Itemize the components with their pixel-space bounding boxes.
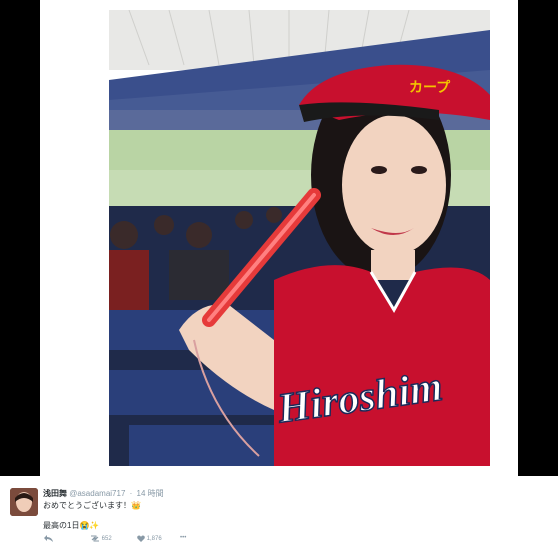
crying-sparkles-emoji: 😭✨ (79, 521, 100, 530)
media-frame: カープ Hiroshim (40, 0, 518, 476)
tweet-text-line-2: 最高の1日😭✨ (43, 520, 99, 531)
like-button[interactable]: 1,876 (137, 535, 162, 542)
reply-button[interactable] (44, 535, 53, 542)
tweet-text-line-1: おめでとうございます！👑 (43, 500, 141, 511)
retweet-count: 652 (101, 536, 112, 543)
crown-emoji: 👑 (131, 501, 141, 510)
avatar-image (10, 488, 38, 516)
tweet-text: 最高の1日 (43, 521, 80, 530)
tweet-card: 浅田舞 @asadamai717 · 14 時間 おめでとうございます！👑 最高… (0, 476, 558, 549)
heart-icon (137, 535, 145, 542)
media-viewer-right-margin (518, 0, 558, 476)
retweet-icon (91, 535, 99, 542)
stadium-selfie-image: カープ Hiroshim (109, 10, 490, 466)
tweet-photo[interactable]: カープ Hiroshim (109, 10, 490, 466)
media-viewer-left-margin (0, 0, 40, 476)
retweet-button[interactable]: 652 (90, 535, 112, 542)
cap-logo-text: カープ (409, 79, 451, 95)
tweet-header: 浅田舞 @asadamai717 · 14 時間 (43, 488, 164, 499)
avatar[interactable] (10, 488, 38, 516)
more-button[interactable]: ••• (180, 535, 186, 541)
reply-icon (44, 535, 53, 542)
display-name[interactable]: 浅田舞 (43, 489, 67, 498)
user-handle[interactable]: @asadamai717 (69, 489, 125, 498)
tweet-text: おめでとうございます！ (43, 501, 131, 510)
separator: · (129, 489, 133, 498)
tweet-timestamp[interactable]: 14 時間 (137, 489, 164, 498)
like-count: 1,876 (146, 536, 162, 543)
